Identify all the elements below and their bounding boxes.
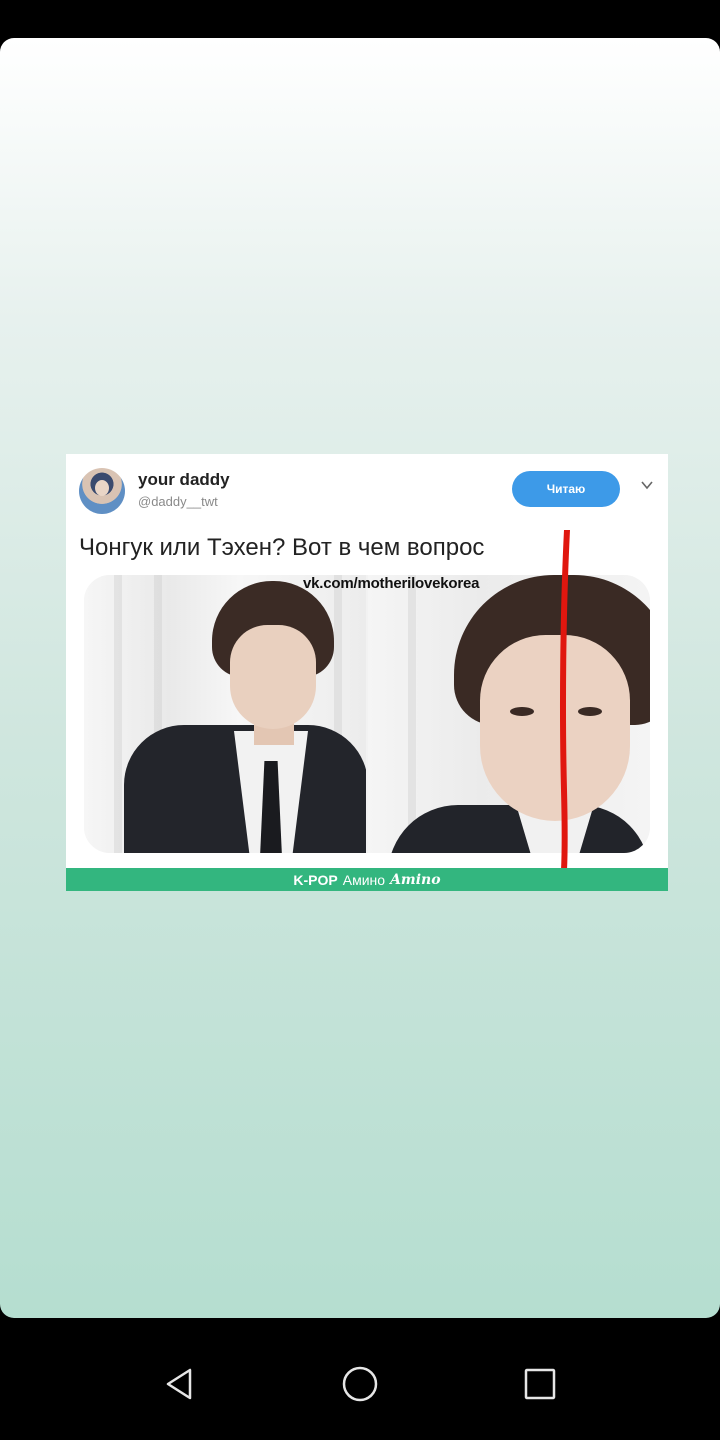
curtain-fold [408,575,416,853]
chevron-down-icon[interactable] [640,478,654,492]
avatar[interactable] [79,468,125,514]
person-left-face [230,625,316,729]
curtain-fold [114,575,122,853]
photo-right [368,575,650,853]
person-right-eye [510,707,534,716]
user-name: your daddy [138,470,230,489]
amino-logo: Amino [390,871,441,888]
person-right-face [480,635,630,821]
square-recents-icon [524,1368,556,1400]
footer-kpop: K-POP [293,871,338,888]
status-bar [0,0,720,38]
tweet-text: Чонгук или Тэхен? Вот в чем вопрос [79,534,485,561]
user-handle: @daddy__twt [138,494,218,509]
screen: your daddy @daddy__twt Читаю Чонгук или … [0,0,720,1440]
follow-button[interactable]: Читаю [512,471,620,507]
back-button[interactable] [160,1364,200,1404]
footer-amino-ru: Амино [342,871,386,888]
home-button[interactable] [340,1364,380,1404]
avatar-face [95,480,109,496]
person-right-eye [578,707,602,716]
tweet-header: your daddy @daddy__twt Читаю [66,454,668,524]
circle-home-icon [342,1366,378,1402]
watermark-text: vk.com/motherilovekorea [303,575,480,592]
red-divider-line [560,530,570,870]
recents-button[interactable] [520,1364,560,1404]
meme-image: your daddy @daddy__twt Читаю Чонгук или … [66,454,668,891]
triangle-back-icon [166,1368,192,1400]
footer-bar: K-POP Амино Amino [66,868,668,891]
photo-left [84,575,366,853]
story-card[interactable]: your daddy @daddy__twt Читаю Чонгук или … [0,38,720,1318]
navigation-bar [0,1318,720,1440]
